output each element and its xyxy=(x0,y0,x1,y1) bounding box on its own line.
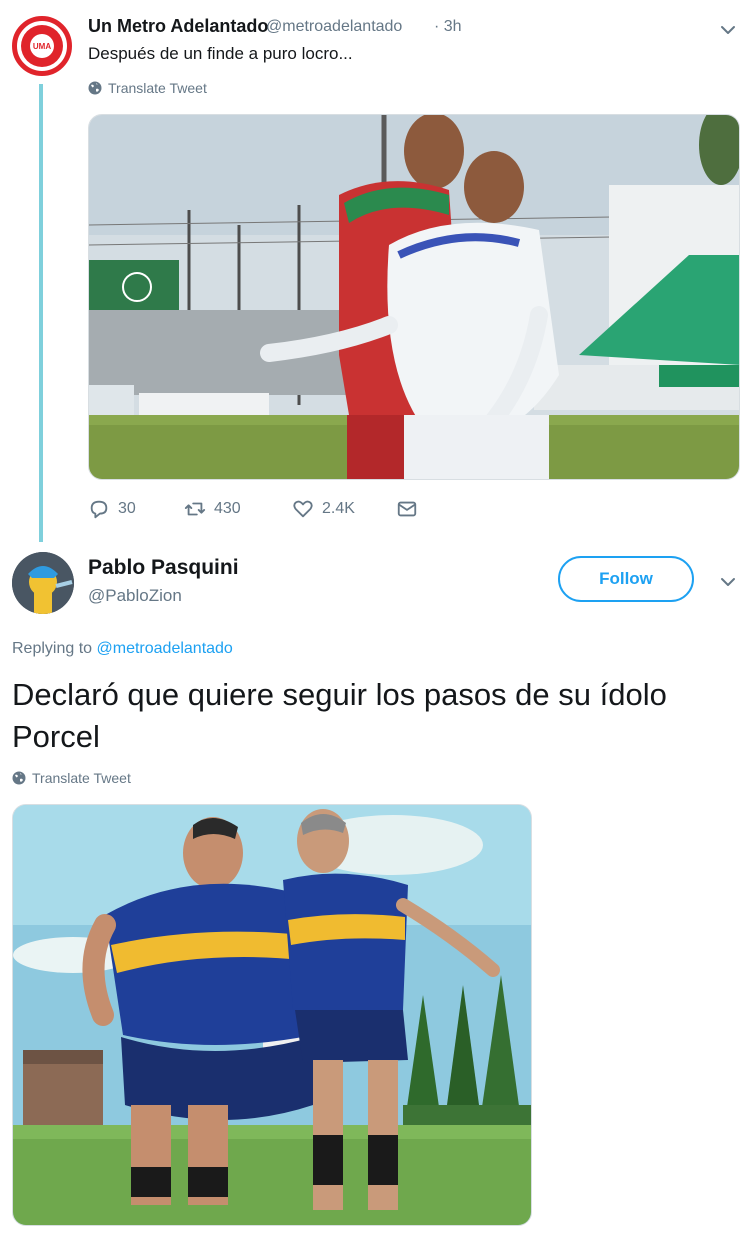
tweet-text: Después de un finde a puro locro... xyxy=(88,44,353,63)
globe-icon xyxy=(12,771,26,785)
tweet-photo[interactable] xyxy=(88,114,740,480)
tweet-time[interactable]: · 3h xyxy=(434,18,462,36)
thread-line xyxy=(39,84,43,542)
follow-button[interactable]: Follow xyxy=(558,556,694,602)
display-name[interactable]: Pablo Pasquini xyxy=(88,556,239,580)
chevron-down-icon[interactable] xyxy=(720,574,736,590)
user-handle[interactable]: @PabloZion xyxy=(88,586,182,606)
tweet-text: Declaró que quiere seguir los pasos de s… xyxy=(12,677,667,754)
avatar-monogram: UMA xyxy=(30,34,54,58)
avatar[interactable] xyxy=(12,552,74,614)
direct-message-button[interactable] xyxy=(396,498,418,520)
like-count: 2.4K xyxy=(322,500,355,517)
retweet-button[interactable]: 430 xyxy=(184,498,292,520)
like-icon xyxy=(293,500,313,518)
reply-button[interactable]: 30 xyxy=(88,498,184,520)
replying-prefix: Replying to xyxy=(12,640,93,657)
uma-logo: UMA xyxy=(21,25,63,67)
like-button[interactable]: 2.4K xyxy=(292,498,396,520)
translate-tweet-link[interactable]: Translate Tweet xyxy=(88,80,207,96)
translate-label: Translate Tweet xyxy=(108,80,207,96)
retweet-icon xyxy=(184,502,206,516)
translate-tweet-link[interactable]: Translate Tweet xyxy=(12,770,131,786)
avatar-image xyxy=(12,552,74,614)
translate-label: Translate Tweet xyxy=(32,770,131,786)
replying-to-link[interactable]: @metroadelantado xyxy=(97,640,233,657)
user-handle[interactable]: @metroadelantado xyxy=(266,18,402,36)
retweet-count: 430 xyxy=(214,500,241,517)
dm-icon xyxy=(397,501,417,517)
tweet-photo[interactable] xyxy=(12,804,532,1226)
replying-to: Replying to @metroadelantado xyxy=(12,640,233,658)
tweet-actions: 30 430 2.4K xyxy=(88,498,418,520)
globe-icon xyxy=(88,81,102,95)
reply-count: 30 xyxy=(118,500,136,517)
display-name[interactable]: Un Metro Adelantado xyxy=(88,16,268,37)
football-photo xyxy=(89,115,739,479)
avatar[interactable]: UMA xyxy=(12,16,72,76)
chevron-down-icon[interactable] xyxy=(720,22,736,38)
reply-icon xyxy=(90,500,108,519)
football-photo xyxy=(13,805,531,1225)
